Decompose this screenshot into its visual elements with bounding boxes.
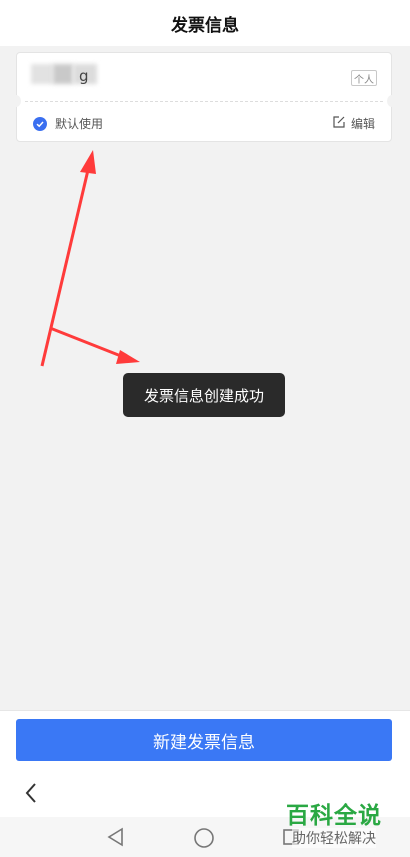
watermark-title: 百科全说 [286,803,382,829]
invoice-type-tag: 个人 [351,70,377,86]
invoice-card[interactable]: g 个人 默认使用 编辑 [11,52,397,142]
card-notch-left [11,95,21,107]
circle-home-icon[interactable] [193,827,215,849]
bottom-bar: 新建发票信息 [0,710,410,770]
edit-icon [332,114,346,133]
annotation-arrow-right [49,326,127,360]
watermark-subtitle: 助你轻松解决 [292,828,376,848]
back-button[interactable] [18,780,44,806]
card-notch-right [387,95,397,107]
check-circle-icon [33,116,47,131]
watermark: 百科全说 助你轻松解决 [282,796,402,852]
annotation-arrowhead-up [80,150,96,174]
toast-message: 发票信息创建成功 [143,386,264,405]
default-toggle[interactable]: 默认使用 [33,115,103,132]
page-header: 发票信息 [0,0,410,46]
toast: 发票信息创建成功 [123,373,285,417]
page-title: 发票信息 [171,15,239,36]
annotation-arrowhead-right [116,350,140,364]
default-label: 默认使用 [55,117,104,131]
edit-button[interactable]: 编辑 [332,114,375,133]
card-divider [25,101,383,102]
chevron-left-icon [25,783,36,803]
annotation-arrow-up [40,169,90,367]
invoice-name: g [79,67,89,85]
new-invoice-button[interactable]: 新建发票信息 [16,719,392,761]
edit-label: 编辑 [350,117,375,131]
triangle-back-icon[interactable] [106,827,126,847]
